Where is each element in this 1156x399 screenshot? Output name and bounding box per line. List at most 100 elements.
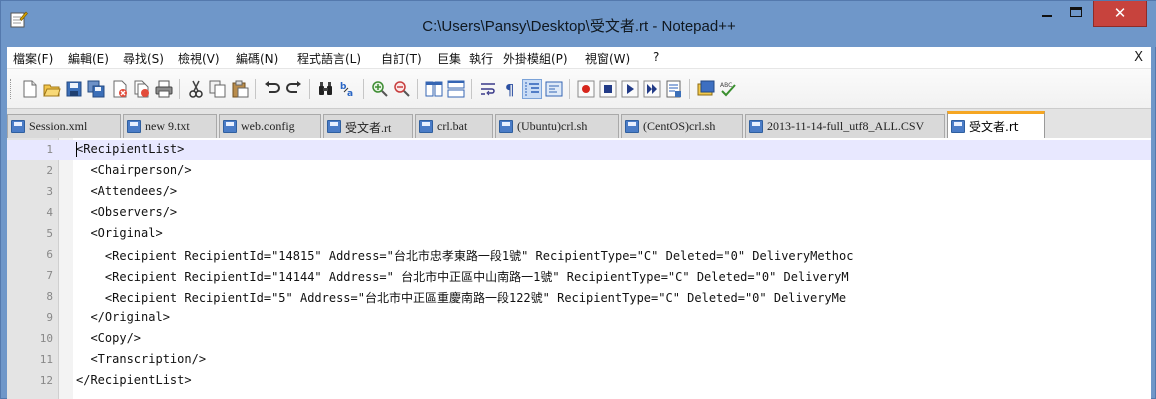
record-macro-icon[interactable] [577, 80, 595, 98]
new-file-icon[interactable] [21, 80, 39, 98]
menu-macro[interactable]: 巨集 [437, 50, 461, 67]
code-line[interactable]: 5 <Original> [7, 224, 1151, 244]
minimize-icon [1042, 15, 1052, 17]
sync-vertical-icon[interactable] [425, 80, 443, 98]
tab-crl-bat[interactable]: crl.bat [415, 114, 493, 138]
code-line[interactable]: 1 <RecipientList> [7, 140, 1151, 160]
tab-ubuntu-crl-sh[interactable]: (Ubuntu)crl.sh [495, 114, 619, 138]
tab-csv-file[interactable]: 2013-11-14-full_utf8_ALL.CSV [745, 114, 945, 138]
menu-file[interactable]: 檔案(F) [13, 50, 53, 67]
code-line[interactable]: 7 <Recipient RecipientId="14144" Address… [7, 266, 1151, 286]
code-line[interactable]: 12 </RecipientList> [7, 371, 1151, 391]
line-text: <Attendees/> [76, 184, 178, 198]
saved-file-icon [327, 120, 341, 133]
paste-icon[interactable] [231, 80, 249, 98]
close-all-icon[interactable] [133, 80, 151, 98]
line-text: </Original> [76, 310, 170, 324]
code-line[interactable]: 2 <Chairperson/> [7, 161, 1151, 181]
toolbar-separator [569, 79, 570, 99]
maximize-button[interactable] [1062, 1, 1090, 25]
run-macro-multiple-icon[interactable] [643, 80, 661, 98]
menu-plugins[interactable]: 外掛模組(P) [503, 50, 568, 67]
tab-label: web.config [241, 119, 295, 133]
menu-help[interactable]: ? [653, 50, 659, 64]
indent-guide-icon[interactable] [522, 79, 542, 99]
tab-recipient-rt[interactable]: 受文者.rt [323, 114, 413, 138]
tab-label: (CentOS)crl.sh [643, 119, 716, 133]
notepad-window: C:\Users\Pansy\Desktop\受文者.rt - Notepad+… [0, 0, 1156, 399]
tab-new-9[interactable]: new 9.txt [123, 114, 217, 138]
line-text: <Recipient RecipientId="14815" Address="… [76, 249, 854, 263]
tab-label: 受文者.rt [969, 120, 1019, 134]
zoom-out-icon[interactable] [393, 80, 411, 98]
line-number: 5 [46, 227, 53, 240]
menu-settings[interactable]: 自訂(T) [381, 50, 422, 67]
play-macro-icon[interactable] [621, 80, 639, 98]
save-macro-icon[interactable] [665, 80, 683, 98]
copy-icon[interactable] [209, 80, 227, 98]
saved-file-icon [749, 120, 763, 133]
open-file-icon[interactable] [43, 80, 61, 98]
toolbar-separator [417, 79, 418, 99]
tab-web-config[interactable]: web.config [219, 114, 321, 138]
save-icon[interactable] [65, 80, 83, 98]
saved-file-icon [499, 120, 513, 133]
close-window-button[interactable]: ✕ [1093, 1, 1147, 27]
toolbar-grip[interactable] [10, 79, 13, 99]
close-file-icon[interactable] [111, 80, 129, 98]
menu-view[interactable]: 檢視(V) [178, 50, 220, 67]
minimize-button[interactable] [1033, 1, 1061, 25]
line-number: 7 [46, 269, 53, 282]
spell-check-icon[interactable]: ABC [719, 80, 737, 98]
code-line[interactable]: 10 <Copy/> [7, 329, 1151, 349]
tab-session-xml[interactable]: Session.xml [7, 114, 121, 138]
zoom-in-icon[interactable] [371, 80, 389, 98]
menu-search[interactable]: 尋找(S) [123, 50, 164, 67]
close-document-button[interactable]: X [1134, 50, 1143, 65]
code-line[interactable]: 4 <Observers/> [7, 203, 1151, 223]
replace-icon[interactable]: ba [339, 80, 357, 98]
close-icon: ✕ [1113, 4, 1127, 22]
code-line[interactable]: 6 <Recipient RecipientId="14815" Address… [7, 245, 1151, 265]
find-icon[interactable] [317, 80, 335, 98]
toolbar-separator [179, 79, 180, 99]
title-bar[interactable]: C:\Users\Pansy\Desktop\受文者.rt - Notepad+… [1, 1, 1156, 47]
svg-text:¶: ¶ [505, 81, 515, 98]
menu-window[interactable]: 視窗(W) [585, 50, 630, 67]
undo-icon[interactable] [263, 80, 281, 98]
tab-centos-crl-sh[interactable]: (CentOS)crl.sh [621, 114, 743, 138]
svg-text:ABC: ABC [720, 82, 732, 89]
word-wrap-icon[interactable] [479, 80, 497, 98]
tab-recipient-rt-active[interactable]: 受文者.rt [947, 111, 1045, 139]
code-line[interactable]: 11 <Transcription/> [7, 350, 1151, 370]
toolbar-separator [255, 79, 256, 99]
menu-encoding[interactable]: 編碼(N) [236, 50, 278, 67]
show-all-characters-icon[interactable]: ¶ [501, 80, 519, 98]
line-number: 9 [46, 311, 53, 324]
saved-file-icon [625, 120, 639, 133]
code-line[interactable]: 3 <Attendees/> [7, 182, 1151, 202]
maximize-icon [1070, 7, 1082, 17]
line-text: <Recipient RecipientId="14144" Address="… [76, 270, 849, 284]
redo-icon[interactable] [285, 80, 303, 98]
saved-file-icon [127, 120, 141, 133]
menu-language[interactable]: 程式語言(L) [297, 50, 361, 67]
print-icon[interactable] [155, 80, 173, 98]
doc-map-icon[interactable] [697, 80, 715, 98]
tab-label: (Ubuntu)crl.sh [517, 119, 588, 133]
function-list-icon[interactable] [545, 80, 563, 98]
code-line[interactable]: 9 </Original> [7, 308, 1151, 328]
toolbar: ba ¶ ABC [7, 69, 1151, 108]
text-editor[interactable]: 1 <RecipientList> 2 <Chairperson/> 3 <At… [7, 138, 1151, 399]
stop-macro-icon[interactable] [599, 80, 617, 98]
sync-horizontal-icon[interactable] [447, 80, 465, 98]
code-line[interactable]: 8 <Recipient RecipientId="5" Address="台北… [7, 287, 1151, 307]
save-all-icon[interactable] [87, 80, 105, 98]
menu-run[interactable]: 執行 [469, 50, 493, 67]
menu-edit[interactable]: 編輯(E) [68, 50, 109, 67]
cut-icon[interactable] [187, 80, 205, 98]
line-number: 12 [39, 374, 53, 387]
line-text: <Chairperson/> [76, 163, 192, 177]
line-number: 8 [46, 290, 53, 303]
line-text: <Copy/> [76, 331, 142, 345]
